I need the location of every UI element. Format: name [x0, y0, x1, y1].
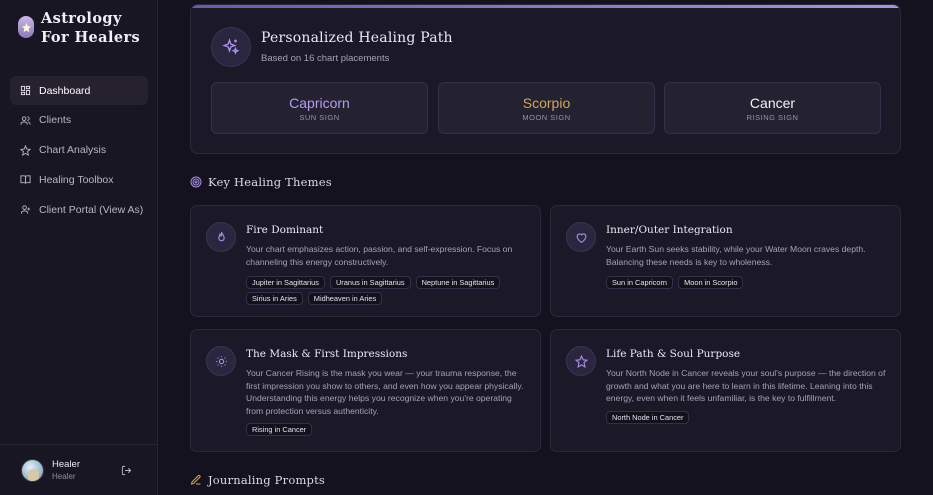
sidebar-item-label: Dashboard [39, 84, 91, 97]
theme-tags: Sun in Capricorn Moon in Scorpio [606, 276, 896, 292]
sidebar-item-label: Client Portal (View As) [39, 203, 144, 216]
logout-icon[interactable] [121, 465, 132, 476]
placement-tag: Jupiter in Sagittarius [246, 276, 325, 289]
placement-tag: Rising in Cancer [246, 423, 313, 436]
theme-description: Your Cancer Rising is the mask you wear … [246, 368, 524, 416]
flame-icon [206, 222, 236, 252]
placement-tag: North Node in Cancer [606, 411, 690, 424]
theme-description: Your Earth Sun seeks stability, while yo… [606, 244, 866, 267]
target-icon [190, 176, 202, 188]
moon-sign-name: Scorpio [522, 95, 571, 111]
healing-path-subtitle: Based on 16 chart placements [261, 53, 390, 64]
journaling-section-title: Journaling Prompts [208, 473, 326, 487]
brand[interactable]: Astrology For Healers [18, 9, 151, 47]
themes-section-title: Key Healing Themes [208, 175, 332, 189]
moon-sign-label: MOON SIGN [522, 113, 571, 122]
theme-tags: North Node in Cancer [606, 411, 896, 427]
sidebar-item-dashboard[interactable]: Dashboard [10, 76, 148, 105]
sidebar-nav: Dashboard Clients Chart Analysis Healing… [10, 76, 148, 225]
sidebar-item-healing-toolbox[interactable]: Healing Toolbox [10, 165, 148, 194]
heart-icon [566, 222, 596, 252]
theme-card-fire-dominant[interactable]: Fire Dominant Your chart emphasizes acti… [190, 205, 541, 317]
user-role: Healer [52, 472, 76, 481]
user-name: Healer [52, 459, 80, 470]
star-icon [566, 346, 596, 376]
theme-title: Fire Dominant [246, 224, 324, 236]
sidebar-item-clients[interactable]: Clients [10, 106, 148, 135]
brand-title: Astrology For Healers [41, 10, 141, 46]
rising-sign-label: RISING SIGN [746, 113, 799, 122]
journaling-section-header: Journaling Prompts [190, 473, 325, 487]
sidebar: Astrology For Healers Dashboard Clients … [0, 0, 158, 495]
brand-logo-icon [18, 16, 34, 38]
book-icon [20, 175, 31, 185]
dashboard-icon [20, 85, 31, 96]
sidebar-item-chart-analysis[interactable]: Chart Analysis [10, 136, 148, 165]
placement-tag: Midheaven in Aries [307, 292, 383, 305]
placement-tag: Sirius in Aries [246, 292, 303, 305]
theme-title: Inner/Outer Integration [606, 224, 733, 236]
theme-description: Your chart emphasizes action, passion, a… [246, 244, 513, 267]
sidebar-item-label: Chart Analysis [39, 144, 107, 157]
theme-tags: Rising in Cancer [246, 423, 536, 439]
sun-sign-name: Capricorn [289, 95, 350, 111]
theme-description: Your North Node in Cancer reveals your s… [606, 368, 886, 404]
theme-tags: Jupiter in Sagittarius Uranus in Sagitta… [246, 276, 536, 308]
theme-title: Life Path & Soul Purpose [606, 348, 741, 360]
sidebar-item-client-portal[interactable]: Client Portal (View As) [10, 195, 148, 224]
themes-section-header: Key Healing Themes [190, 175, 332, 189]
avatar[interactable] [21, 458, 44, 482]
healing-path-card: Personalized Healing Path Based on 16 ch… [190, 4, 901, 154]
sidebar-footer: Healer Healer [0, 444, 157, 495]
sun-icon [206, 346, 236, 376]
theme-card-life-path-soul-purpose[interactable]: Life Path & Soul Purpose Your North Node… [550, 329, 901, 452]
main-content: Personalized Healing Path Based on 16 ch… [158, 0, 933, 495]
sparkles-icon [211, 27, 251, 67]
users-icon [20, 116, 31, 125]
theme-card-inner-outer-integration[interactable]: Inner/Outer Integration Your Earth Sun s… [550, 205, 901, 317]
sidebar-item-label: Healing Toolbox [39, 173, 114, 186]
sun-sign-card[interactable]: Capricorn SUN SIGN [211, 82, 428, 134]
star-icon [20, 144, 31, 156]
sun-sign-label: SUN SIGN [299, 113, 340, 122]
sidebar-item-label: Clients [39, 114, 72, 127]
theme-card-mask-first-impressions[interactable]: The Mask & First Impressions Your Cancer… [190, 329, 541, 452]
placement-tag: Uranus in Sagittarius [329, 276, 411, 289]
user-icon [20, 205, 31, 214]
user-info: Healer Healer [52, 459, 80, 481]
moon-sign-card[interactable]: Scorpio MOON SIGN [438, 82, 655, 134]
healing-path-title: Personalized Healing Path [261, 30, 453, 46]
rising-sign-card[interactable]: Cancer RISING SIGN [664, 82, 881, 134]
pen-icon [190, 474, 201, 485]
placement-tag: Neptune in Sagittarius [415, 276, 501, 289]
rising-sign-name: Cancer [749, 95, 796, 111]
theme-title: The Mask & First Impressions [246, 348, 408, 360]
placement-tag: Sun in Capricorn [606, 276, 674, 289]
placement-tag: Moon in Scorpio [678, 276, 744, 289]
